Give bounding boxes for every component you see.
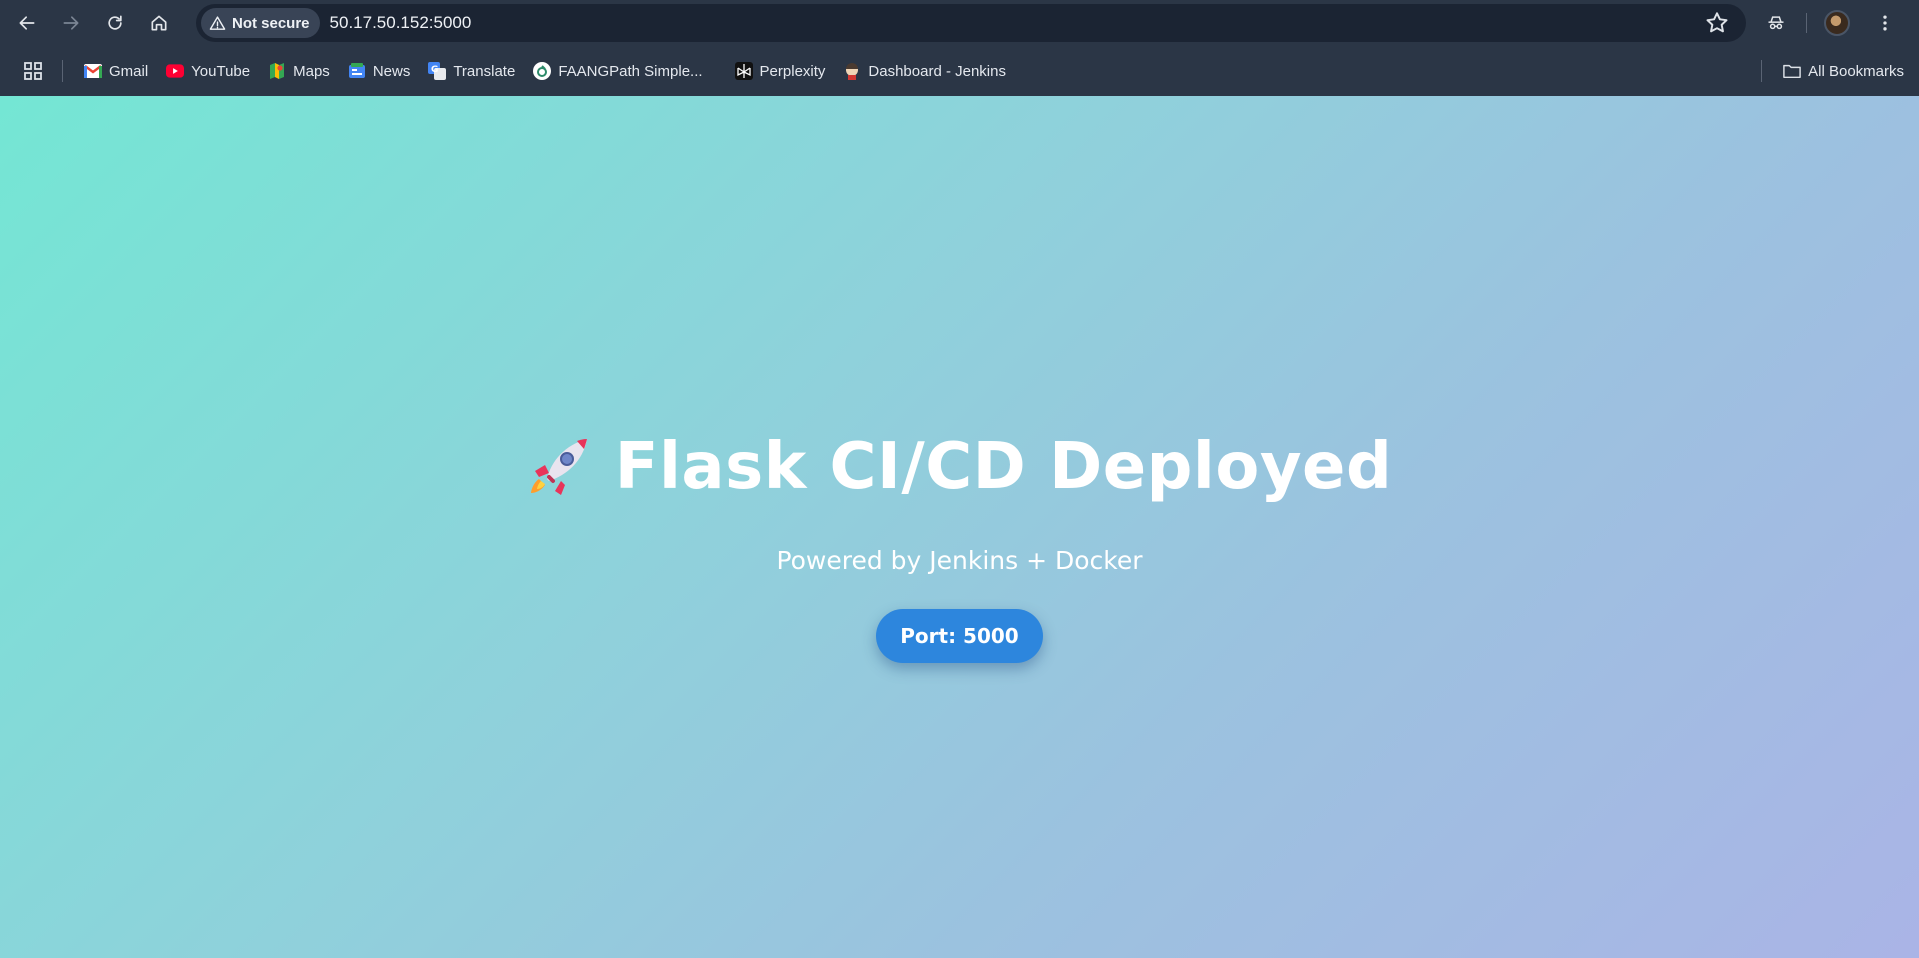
bookmark-news[interactable]: News [339, 55, 420, 87]
more-vertical-icon [1883, 15, 1887, 31]
bookmark-faangpath[interactable]: FAANGPath Simple... [524, 55, 711, 87]
reload-button[interactable] [97, 5, 133, 41]
bookmark-perplexity[interactable]: Perplexity [726, 55, 835, 87]
bookmark-youtube[interactable]: YouTube [157, 55, 259, 87]
bookmark-label: YouTube [191, 62, 251, 80]
security-chip[interactable]: Not secure [201, 8, 320, 38]
address-bar[interactable]: Not secure 50.17.50.152:5000 [196, 4, 1746, 42]
toolbar-separator [1806, 13, 1807, 33]
bookmark-maps[interactable]: Maps [259, 55, 339, 87]
bookmark-label: News [372, 62, 411, 80]
home-icon [151, 15, 167, 31]
faangpath-icon [533, 62, 552, 80]
bookmark-label: FAANGPath Simple... [558, 62, 703, 80]
title-row: Flask CI/CD Deployed [527, 430, 1393, 504]
apps-grid-icon [24, 62, 42, 80]
warning-icon [209, 15, 226, 30]
gmail-icon [84, 62, 102, 80]
hero-section: Flask CI/CD Deployed Powered by Jenkins … [0, 96, 1919, 958]
bookmarks-divider [1761, 60, 1763, 82]
back-button[interactable] [9, 5, 45, 41]
menu-button[interactable] [1867, 5, 1903, 41]
jenkins-icon [843, 62, 861, 80]
bookmark-label: Perplexity [759, 62, 826, 80]
apps-button[interactable] [20, 58, 46, 84]
reload-icon [108, 15, 122, 30]
bookmark-label: Gmail [109, 62, 149, 80]
toolbar-right [1758, 0, 1903, 46]
bookmark-jenkins[interactable]: Dashboard - Jenkins [834, 55, 1015, 87]
bookmark-gmail[interactable]: Gmail [75, 55, 157, 87]
bookmark-label: Maps [293, 62, 330, 80]
forward-button[interactable] [53, 5, 89, 41]
bookmarks-divider [62, 60, 63, 82]
profile-button[interactable] [1819, 5, 1855, 41]
bookmark-label: Translate [453, 62, 516, 80]
arrow-left-icon [19, 16, 35, 30]
maps-icon [268, 62, 286, 80]
home-button[interactable] [141, 5, 177, 41]
bookmarks-bar: Gmail YouTube Maps News G Translate FAAN… [0, 46, 1919, 96]
all-bookmarks-label: All Bookmarks [1808, 62, 1904, 80]
avatar [1824, 10, 1850, 36]
bookmark-star-icon[interactable] [1704, 10, 1730, 36]
url-text[interactable]: 50.17.50.152:5000 [330, 13, 472, 33]
all-bookmarks-button[interactable]: All Bookmarks [1774, 55, 1913, 87]
page-subtitle: Powered by Jenkins + Docker [776, 546, 1143, 575]
arrow-right-icon [63, 16, 79, 30]
svg-text:G: G [431, 65, 438, 75]
bookmarks-right: All Bookmarks [1761, 55, 1913, 87]
youtube-icon [166, 62, 185, 80]
bookmark-translate[interactable]: G Translate [419, 55, 524, 87]
page-background: Flask CI/CD Deployed Powered by Jenkins … [0, 96, 1919, 958]
news-icon [348, 62, 366, 80]
folder-icon [1783, 62, 1801, 80]
rocket-icon [530, 439, 587, 495]
translate-icon: G [428, 62, 447, 80]
incognito-icon [1768, 16, 1784, 30]
incognito-button[interactable] [1758, 5, 1794, 41]
security-label: Not secure [232, 14, 310, 32]
bookmark-label: Dashboard - Jenkins [868, 62, 1006, 80]
port-button[interactable]: Port: 5000 [876, 609, 1043, 663]
browser-toolbar: Not secure 50.17.50.152:5000 [0, 0, 1919, 46]
perplexity-icon [734, 62, 753, 80]
page-title: Flask CI/CD Deployed [614, 430, 1393, 504]
